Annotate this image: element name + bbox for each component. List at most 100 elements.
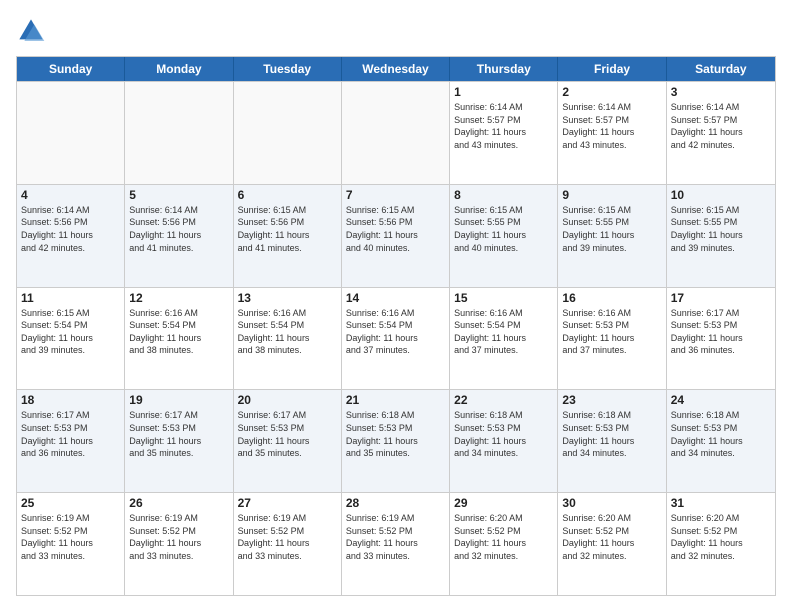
- calendar-row: 18 Sunrise: 6:17 AM Sunset: 5:53 PM Dayli…: [17, 389, 775, 492]
- calendar-cell-day-20: 20 Sunrise: 6:17 AM Sunset: 5:53 PM Dayli…: [234, 390, 342, 492]
- cell-info: Sunrise: 6:20 AM Sunset: 5:52 PM Dayligh…: [562, 512, 661, 562]
- day-number: 12: [129, 291, 228, 305]
- calendar-row: 11 Sunrise: 6:15 AM Sunset: 5:54 PM Dayli…: [17, 287, 775, 390]
- cell-info: Sunrise: 6:18 AM Sunset: 5:53 PM Dayligh…: [562, 409, 661, 459]
- cell-info: Sunrise: 6:17 AM Sunset: 5:53 PM Dayligh…: [238, 409, 337, 459]
- cell-info: Sunrise: 6:16 AM Sunset: 5:54 PM Dayligh…: [454, 307, 553, 357]
- day-number: 26: [129, 496, 228, 510]
- calendar-cell-day-6: 6 Sunrise: 6:15 AM Sunset: 5:56 PM Daylig…: [234, 185, 342, 287]
- day-header-saturday: Saturday: [667, 57, 775, 81]
- cell-info: Sunrise: 6:15 AM Sunset: 5:56 PM Dayligh…: [346, 204, 445, 254]
- day-number: 10: [671, 188, 771, 202]
- calendar-cell-day-22: 22Sunrise: 6:18 AM Sunset: 5:53 PM Dayli…: [450, 390, 558, 492]
- day-number: 31: [671, 496, 771, 510]
- cell-info: Sunrise: 6:15 AM Sunset: 5:55 PM Dayligh…: [562, 204, 661, 254]
- day-number: 14: [346, 291, 445, 305]
- empty-cell: [17, 82, 125, 184]
- calendar-cell-day-23: 23 Sunrise: 6:18 AM Sunset: 5:53 PM Dayli…: [558, 390, 666, 492]
- cell-info: Sunrise: 6:20 AM Sunset: 5:52 PM Dayligh…: [454, 512, 553, 562]
- calendar-cell-day-25: 25Sunrise: 6:19 AM Sunset: 5:52 PM Dayli…: [17, 493, 125, 595]
- day-number: 21: [346, 393, 445, 407]
- day-number: 8: [454, 188, 553, 202]
- calendar-cell-day-15: 15 Sunrise: 6:16 AM Sunset: 5:54 PM Dayli…: [450, 288, 558, 390]
- cell-info: Sunrise: 6:17 AM Sunset: 5:53 PM Dayligh…: [129, 409, 228, 459]
- calendar-cell-day-8: 8Sunrise: 6:15 AM Sunset: 5:55 PM Daylig…: [450, 185, 558, 287]
- day-number: 11: [21, 291, 120, 305]
- calendar-cell-day-17: 17Sunrise: 6:17 AM Sunset: 5:53 PM Dayli…: [667, 288, 775, 390]
- day-number: 7: [346, 188, 445, 202]
- header: [16, 16, 776, 46]
- empty-cell: [234, 82, 342, 184]
- calendar-cell-day-9: 9 Sunrise: 6:15 AM Sunset: 5:55 PM Daylig…: [558, 185, 666, 287]
- day-number: 13: [238, 291, 337, 305]
- calendar-cell-day-13: 13Sunrise: 6:16 AM Sunset: 5:54 PM Dayli…: [234, 288, 342, 390]
- day-number: 24: [671, 393, 771, 407]
- calendar-cell-day-30: 30 Sunrise: 6:20 AM Sunset: 5:52 PM Dayli…: [558, 493, 666, 595]
- cell-info: Sunrise: 6:17 AM Sunset: 5:53 PM Dayligh…: [21, 409, 120, 459]
- day-header-tuesday: Tuesday: [234, 57, 342, 81]
- cell-info: Sunrise: 6:14 AM Sunset: 5:56 PM Dayligh…: [129, 204, 228, 254]
- calendar-cell-day-12: 12 Sunrise: 6:16 AM Sunset: 5:54 PM Dayli…: [125, 288, 233, 390]
- calendar-cell-day-16: 16 Sunrise: 6:16 AM Sunset: 5:53 PM Dayli…: [558, 288, 666, 390]
- calendar-cell-day-1: 1Sunrise: 6:14 AM Sunset: 5:57 PM Daylig…: [450, 82, 558, 184]
- day-number: 5: [129, 188, 228, 202]
- calendar-row: 25 Sunrise: 6:19 AM Sunset: 5:52 PM Dayli…: [17, 492, 775, 595]
- day-number: 28: [346, 496, 445, 510]
- day-number: 6: [238, 188, 337, 202]
- calendar-grid: 1Sunrise: 6:14 AM Sunset: 5:57 PM Daylig…: [17, 81, 775, 595]
- cell-info: Sunrise: 6:19 AM Sunset: 5:52 PM Dayligh…: [238, 512, 337, 562]
- day-number: 29: [454, 496, 553, 510]
- calendar-cell-day-3: 3Sunrise: 6:14 AM Sunset: 5:57 PM Daylig…: [667, 82, 775, 184]
- calendar-cell-day-24: 24 Sunrise: 6:18 AM Sunset: 5:53 PM Dayli…: [667, 390, 775, 492]
- logo-icon: [16, 16, 46, 46]
- cell-info: Sunrise: 6:18 AM Sunset: 5:53 PM Dayligh…: [454, 409, 553, 459]
- cell-info: Sunrise: 6:14 AM Sunset: 5:57 PM Dayligh…: [562, 101, 661, 151]
- calendar-cell-day-11: 11 Sunrise: 6:15 AM Sunset: 5:54 PM Dayli…: [17, 288, 125, 390]
- calendar-cell-day-2: 2Sunrise: 6:14 AM Sunset: 5:57 PM Daylig…: [558, 82, 666, 184]
- calendar-cell-day-31: 31 Sunrise: 6:20 AM Sunset: 5:52 PM Dayli…: [667, 493, 775, 595]
- calendar-cell-day-26: 26 Sunrise: 6:19 AM Sunset: 5:52 PM Dayli…: [125, 493, 233, 595]
- day-number: 16: [562, 291, 661, 305]
- cell-info: Sunrise: 6:14 AM Sunset: 5:57 PM Dayligh…: [671, 101, 771, 151]
- calendar-cell-day-14: 14 Sunrise: 6:16 AM Sunset: 5:54 PM Dayli…: [342, 288, 450, 390]
- calendar-row: 1Sunrise: 6:14 AM Sunset: 5:57 PM Daylig…: [17, 81, 775, 184]
- cell-info: Sunrise: 6:15 AM Sunset: 5:54 PM Dayligh…: [21, 307, 120, 357]
- cell-info: Sunrise: 6:19 AM Sunset: 5:52 PM Dayligh…: [129, 512, 228, 562]
- calendar-cell-day-10: 10 Sunrise: 6:15 AM Sunset: 5:55 PM Dayli…: [667, 185, 775, 287]
- day-number: 19: [129, 393, 228, 407]
- day-header-monday: Monday: [125, 57, 233, 81]
- empty-cell: [125, 82, 233, 184]
- cell-info: Sunrise: 6:15 AM Sunset: 5:56 PM Dayligh…: [238, 204, 337, 254]
- cell-info: Sunrise: 6:19 AM Sunset: 5:52 PM Dayligh…: [346, 512, 445, 562]
- cell-info: Sunrise: 6:16 AM Sunset: 5:54 PM Dayligh…: [346, 307, 445, 357]
- day-number: 17: [671, 291, 771, 305]
- calendar-row: 4 Sunrise: 6:14 AM Sunset: 5:56 PM Daylig…: [17, 184, 775, 287]
- day-number: 15: [454, 291, 553, 305]
- day-number: 4: [21, 188, 120, 202]
- cell-info: Sunrise: 6:18 AM Sunset: 5:53 PM Dayligh…: [346, 409, 445, 459]
- empty-cell: [342, 82, 450, 184]
- cell-info: Sunrise: 6:20 AM Sunset: 5:52 PM Dayligh…: [671, 512, 771, 562]
- day-number: 30: [562, 496, 661, 510]
- day-header-thursday: Thursday: [450, 57, 558, 81]
- day-number: 23: [562, 393, 661, 407]
- day-number: 9: [562, 188, 661, 202]
- cell-info: Sunrise: 6:14 AM Sunset: 5:57 PM Dayligh…: [454, 101, 553, 151]
- calendar-cell-day-29: 29 Sunrise: 6:20 AM Sunset: 5:52 PM Dayli…: [450, 493, 558, 595]
- day-header-wednesday: Wednesday: [342, 57, 450, 81]
- calendar-cell-day-28: 28 Sunrise: 6:19 AM Sunset: 5:52 PM Dayli…: [342, 493, 450, 595]
- day-headers-row: SundayMondayTuesdayWednesdayThursdayFrid…: [17, 57, 775, 81]
- calendar-cell-day-5: 5 Sunrise: 6:14 AM Sunset: 5:56 PM Daylig…: [125, 185, 233, 287]
- cell-info: Sunrise: 6:18 AM Sunset: 5:53 PM Dayligh…: [671, 409, 771, 459]
- cell-info: Sunrise: 6:16 AM Sunset: 5:54 PM Dayligh…: [129, 307, 228, 357]
- calendar-cell-day-18: 18 Sunrise: 6:17 AM Sunset: 5:53 PM Dayli…: [17, 390, 125, 492]
- day-number: 18: [21, 393, 120, 407]
- calendar-cell-day-7: 7 Sunrise: 6:15 AM Sunset: 5:56 PM Daylig…: [342, 185, 450, 287]
- day-number: 27: [238, 496, 337, 510]
- day-number: 25: [21, 496, 120, 510]
- day-number: 20: [238, 393, 337, 407]
- calendar-cell-day-27: 27 Sunrise: 6:19 AM Sunset: 5:52 PM Dayli…: [234, 493, 342, 595]
- cell-info: Sunrise: 6:16 AM Sunset: 5:53 PM Dayligh…: [562, 307, 661, 357]
- page: SundayMondayTuesdayWednesdayThursdayFrid…: [0, 0, 792, 612]
- cell-info: Sunrise: 6:15 AM Sunset: 5:55 PM Dayligh…: [671, 204, 771, 254]
